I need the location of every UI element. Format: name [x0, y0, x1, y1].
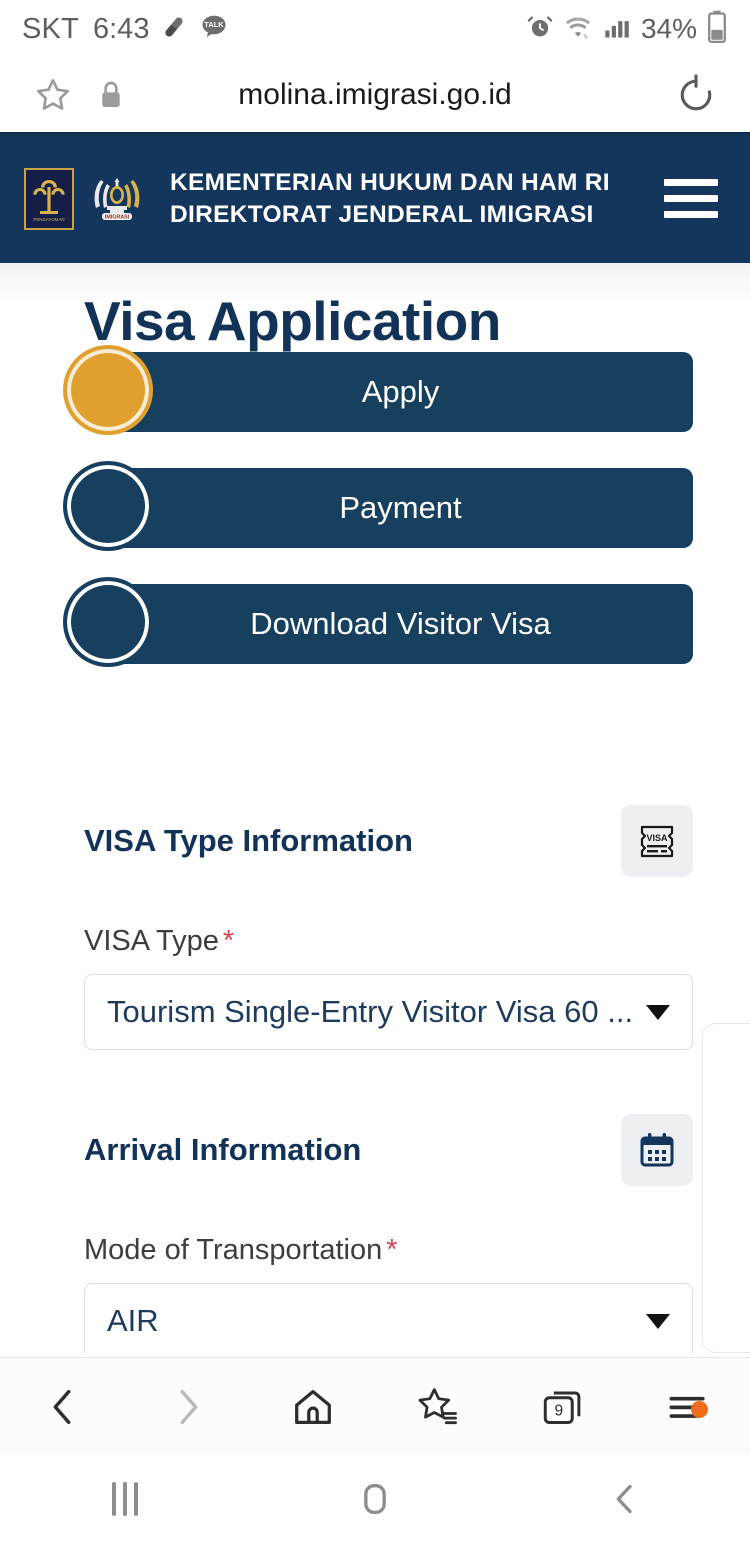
- pengayoman-logo: PENGAYOMAN: [24, 167, 74, 230]
- status-bar-left: SKT 6:43 TALK: [22, 12, 229, 47]
- step-download[interactable]: Download Visitor Visa: [0, 577, 750, 675]
- status-bar-right: 34%: [526, 10, 728, 49]
- browser-url-bar[interactable]: molina.imigrasi.go.id: [0, 58, 750, 132]
- header-line-2: DIREKTORAT JENDERAL IMIGRASI: [170, 200, 594, 228]
- step-circle-download[interactable]: [63, 577, 153, 667]
- section-header-arrival: Arrival Information: [84, 1114, 693, 1186]
- svg-text:IMIGRASI: IMIGRASI: [105, 214, 130, 220]
- android-navigation-bar: [0, 1455, 750, 1542]
- step-label-payment: Payment: [339, 490, 462, 525]
- section-title-visa-type: VISA Type Information: [84, 823, 413, 858]
- browser-forward-button: [125, 1384, 250, 1430]
- visa-type-select[interactable]: Tourism Single-Entry Visitor Visa 60 ...: [84, 974, 693, 1050]
- step-payment[interactable]: Payment: [0, 461, 750, 559]
- svg-text:VISA: VISA: [646, 833, 668, 843]
- header-title-block: KEMENTERIAN HUKUM DAN HAM RI DIREKTORAT …: [170, 167, 610, 230]
- label-text-visa-type: VISA Type: [84, 925, 219, 957]
- android-home-button[interactable]: [250, 1479, 500, 1519]
- field-label-mode-of-transportation: Mode of Transportation *: [84, 1234, 693, 1267]
- android-recents-button[interactable]: [0, 1481, 250, 1516]
- bookmark-star-icon[interactable]: [26, 75, 80, 115]
- status-bar: SKT 6:43 TALK 34%: [0, 0, 750, 58]
- alarm-icon: [526, 13, 554, 46]
- header-line-1: KEMENTERIAN HUKUM DAN HAM RI: [170, 169, 610, 197]
- required-asterisk: *: [386, 1234, 398, 1266]
- menu-notification-dot: [691, 1400, 708, 1418]
- step-apply[interactable]: Apply: [0, 345, 750, 443]
- reload-icon[interactable]: [668, 73, 724, 117]
- section-title-arrival: Arrival Information: [84, 1132, 362, 1167]
- lock-icon: [84, 79, 138, 111]
- battery-percent-label: 34%: [640, 13, 697, 44]
- browser-menu-button[interactable]: [625, 1383, 750, 1431]
- visa-application-form: VISA Type Information VISA VISA Type * To…: [0, 805, 750, 1353]
- signal-icon: [602, 13, 632, 46]
- step-circle-apply[interactable]: [63, 345, 153, 435]
- step-label-download: Download Visitor Visa: [250, 606, 551, 641]
- wifi-icon: [563, 13, 593, 46]
- site-header: PENGAYOMAN IMIGRASI KEMENTERIAN HUKUM DA…: [0, 132, 750, 263]
- carrier-label: SKT: [22, 12, 79, 45]
- step-label-apply: Apply: [361, 374, 440, 409]
- section-header-visa-type: VISA Type Information VISA: [84, 805, 693, 877]
- browser-back-button[interactable]: [0, 1384, 125, 1430]
- step-bar-download[interactable]: Download Visitor Visa: [108, 584, 693, 664]
- mode-of-transportation-select[interactable]: AIR: [84, 1283, 693, 1353]
- recents-icon: [112, 1481, 138, 1516]
- browser-bottom-toolbar: 9: [0, 1357, 750, 1455]
- svg-text:PENGAYOMAN: PENGAYOMAN: [33, 217, 64, 222]
- hamburger-bar: [664, 179, 718, 186]
- browser-tabs-button[interactable]: 9: [500, 1383, 625, 1431]
- step-bar-payment[interactable]: Payment: [108, 468, 693, 548]
- hamburger-bar: [664, 195, 718, 202]
- step-circle-payment[interactable]: [63, 461, 153, 551]
- page-content: Visa Application Apply Payment Download …: [0, 263, 750, 1353]
- header-logos: PENGAYOMAN IMIGRASI: [24, 167, 150, 230]
- required-asterisk: *: [222, 925, 235, 957]
- chevron-down-icon: [646, 1313, 670, 1329]
- android-back-button[interactable]: [500, 1479, 750, 1519]
- clock-label: 6:43: [93, 12, 150, 45]
- pen-icon: [159, 12, 189, 47]
- hamburger-bar: [664, 211, 718, 218]
- battery-icon: [706, 10, 728, 49]
- recents-bar: [112, 1481, 116, 1516]
- mode-of-transportation-value: AIR: [107, 1303, 159, 1338]
- kakaotalk-icon: TALK: [199, 12, 229, 47]
- svg-text:9: 9: [554, 1402, 563, 1419]
- visa-card-icon: VISA: [621, 805, 693, 877]
- browser-bookmarks-button[interactable]: [375, 1383, 500, 1431]
- page-title: Visa Application: [84, 290, 501, 352]
- imigrasi-logo: IMIGRASI: [84, 168, 150, 230]
- hamburger-menu-icon[interactable]: [664, 179, 722, 218]
- field-label-visa-type: VISA Type *: [84, 925, 693, 958]
- calendar-icon: [621, 1114, 693, 1186]
- browser-home-button[interactable]: [250, 1384, 375, 1430]
- label-text-mode-of-transportation: Mode of Transportation: [84, 1234, 383, 1266]
- svg-text:TALK: TALK: [205, 20, 225, 29]
- visa-type-value: Tourism Single-Entry Visitor Visa 60 ...: [107, 994, 634, 1029]
- recents-bar: [134, 1481, 138, 1516]
- recents-bar: [123, 1481, 127, 1516]
- step-bar-apply[interactable]: Apply: [108, 352, 693, 432]
- chevron-down-icon: [646, 1004, 670, 1020]
- application-stepper: Apply Payment Download Visitor Visa: [0, 345, 750, 675]
